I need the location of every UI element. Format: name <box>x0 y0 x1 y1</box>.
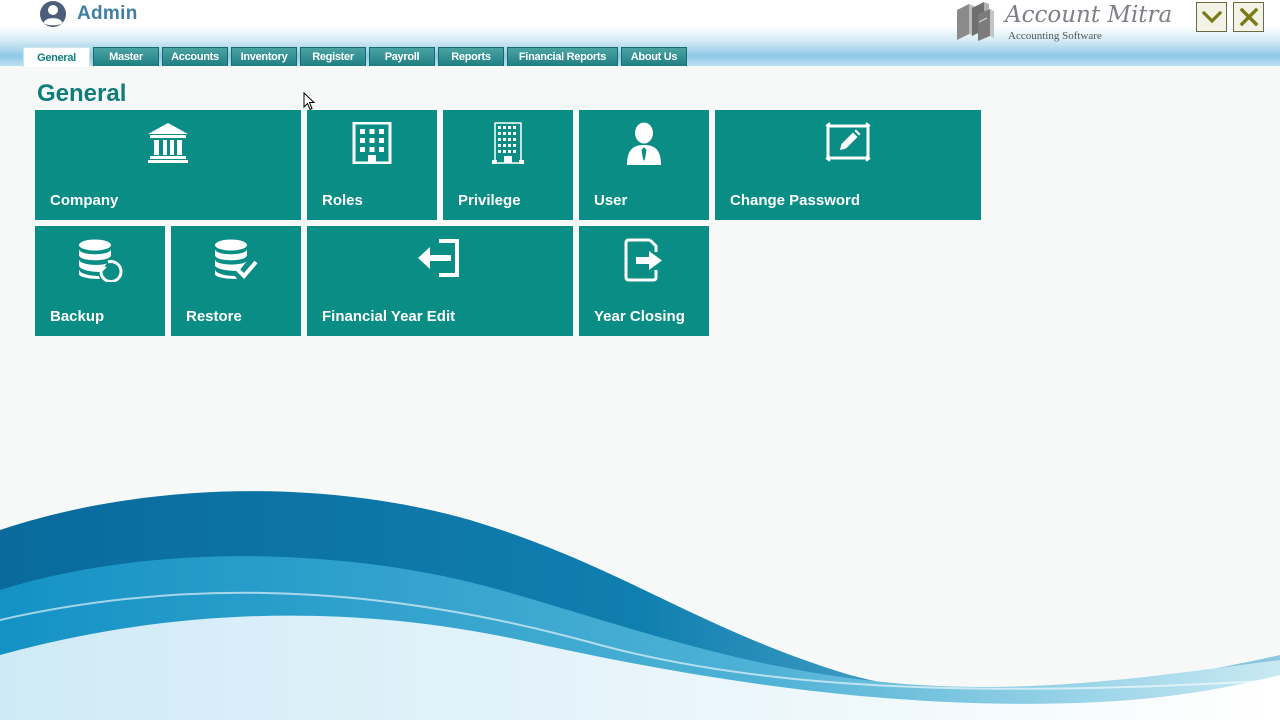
chevron-down-icon <box>1201 10 1222 24</box>
tile-label: Backup <box>50 308 105 325</box>
minimize-button[interactable] <box>1196 2 1227 32</box>
edit-frame-icon <box>825 122 871 162</box>
books-icon <box>957 2 994 41</box>
tile-financial-year-edit[interactable]: Financial Year Edit <box>307 226 573 336</box>
tile-label: Year Closing <box>594 308 685 325</box>
decorative-waves <box>0 491 1280 720</box>
tile-label: Company <box>50 192 119 209</box>
tab-about-us[interactable]: About Us <box>621 47 687 66</box>
tile-company[interactable]: Company <box>35 110 301 220</box>
page-title: General <box>37 80 127 107</box>
tile-label: Restore <box>186 308 242 325</box>
brand-title: Account Mitra <box>1005 2 1173 28</box>
tile-user[interactable]: User <box>579 110 709 220</box>
tile-label: Change Password <box>730 192 861 209</box>
tile-label: Financial Year Edit <box>322 308 456 325</box>
tile-label: Roles <box>322 192 363 209</box>
tile-restore[interactable]: Restore <box>171 226 301 336</box>
tab-general[interactable]: General <box>23 47 90 67</box>
person-icon <box>627 122 661 165</box>
database-check-icon <box>215 239 258 279</box>
tower-icon <box>492 122 524 164</box>
tab-payroll[interactable]: Payroll <box>369 47 435 66</box>
file-export-icon <box>624 238 662 282</box>
tab-inventory[interactable]: Inventory <box>231 47 297 66</box>
close-icon <box>1239 7 1258 27</box>
tile-year-closing[interactable]: Year Closing <box>579 226 709 336</box>
tab-master[interactable]: Master <box>93 47 159 66</box>
tab-financial-reports[interactable]: Financial Reports <box>507 47 618 66</box>
user-block[interactable]: Admin <box>38 0 138 28</box>
brand-subtitle: Accounting Software <box>1008 30 1102 42</box>
tile-roles[interactable]: Roles <box>307 110 437 220</box>
menu-tabs: General Master Accounts Inventory Regist… <box>23 47 690 67</box>
sign-in-icon <box>418 239 459 277</box>
close-button[interactable] <box>1233 2 1264 32</box>
tile-change-password[interactable]: Change Password <box>715 110 981 220</box>
database-refresh-icon <box>79 239 123 282</box>
tile-label: Privilege <box>458 192 521 209</box>
tab-accounts[interactable]: Accounts <box>162 47 228 66</box>
tile-backup[interactable]: Backup <box>35 226 165 336</box>
bank-icon <box>148 123 188 163</box>
user-name: Admin <box>77 3 138 24</box>
mouse-cursor-icon <box>303 92 315 111</box>
tile-label: User <box>594 192 628 209</box>
tab-reports[interactable]: Reports <box>438 47 504 66</box>
user-circle-icon <box>40 1 66 27</box>
tab-register[interactable]: Register <box>300 47 366 66</box>
building-icon <box>352 122 392 164</box>
tile-privilege[interactable]: Privilege <box>443 110 573 220</box>
